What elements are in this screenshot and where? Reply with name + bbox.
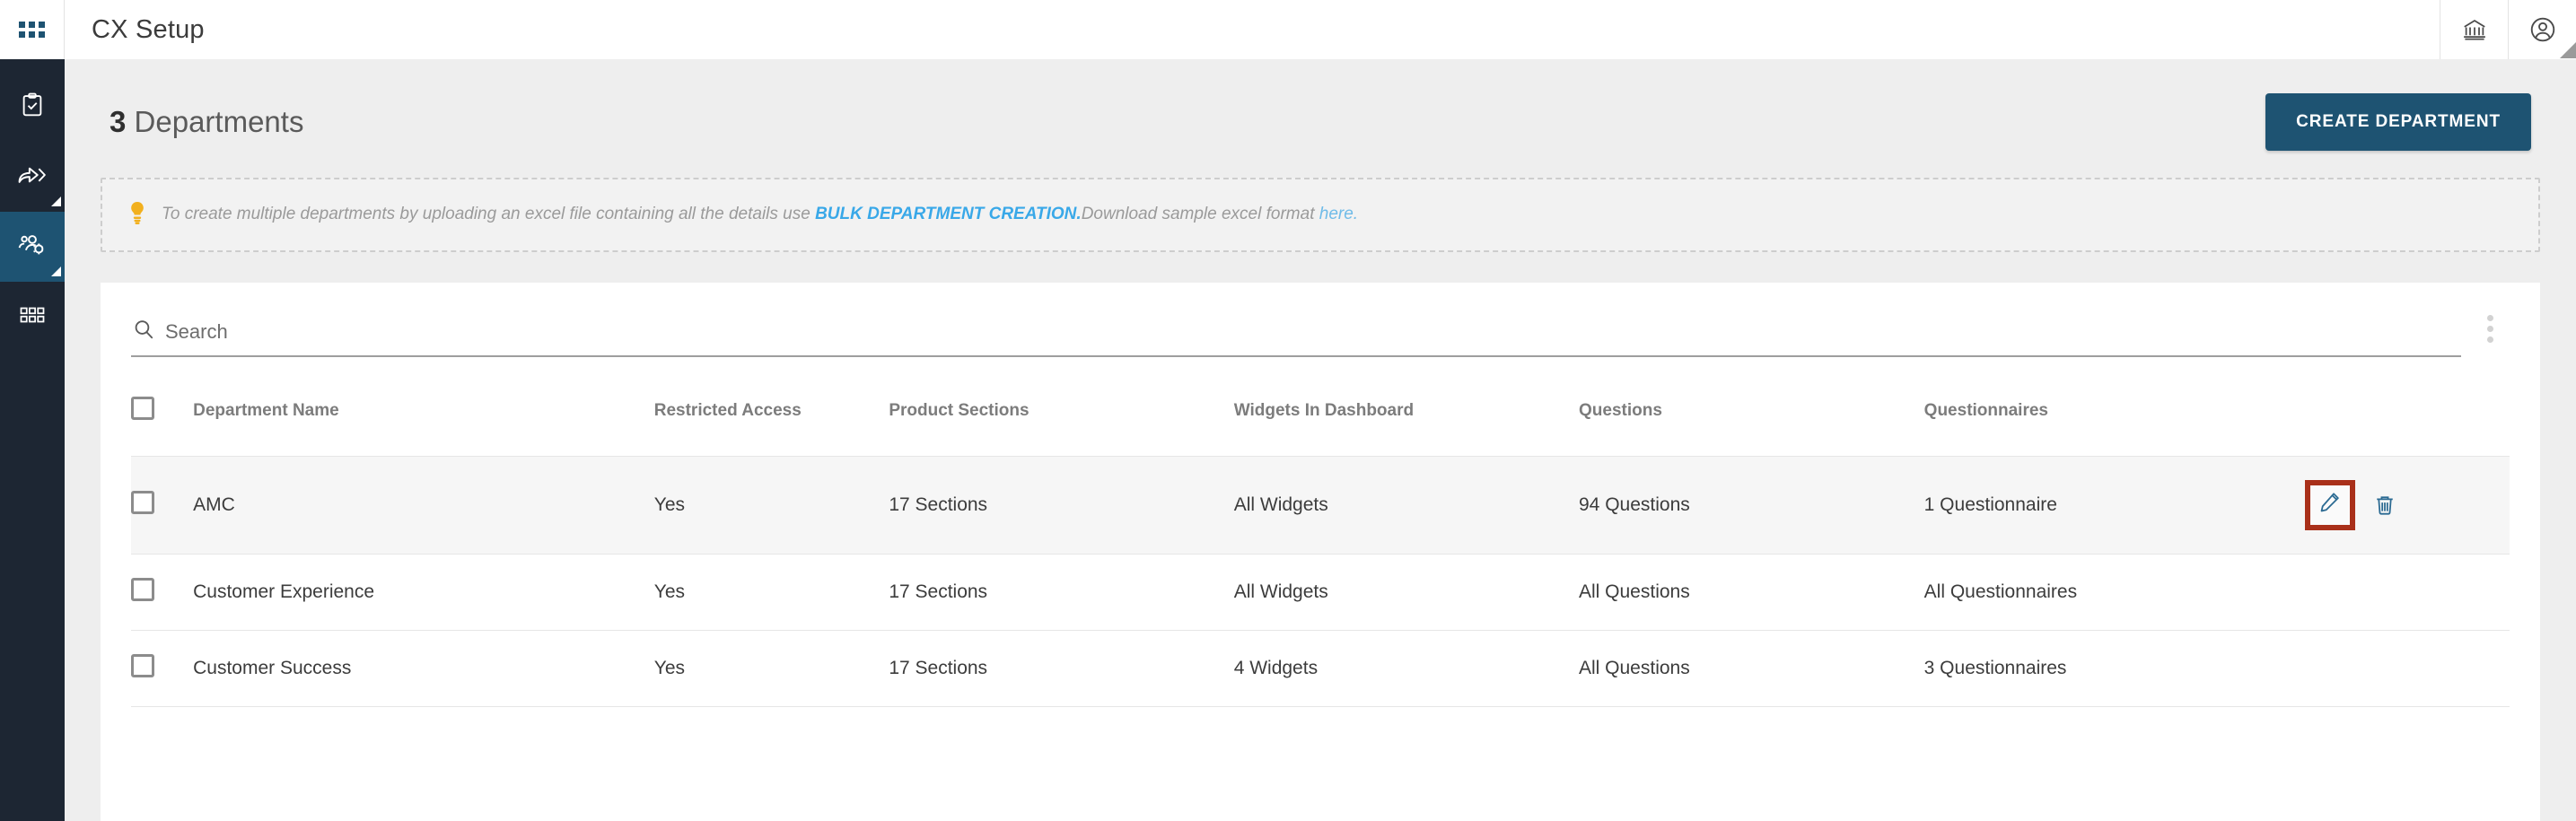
submenu-indicator xyxy=(51,266,61,276)
departments-card: Department Name Restricted Access Produc… xyxy=(101,283,2540,821)
share-forward-arrow-icon xyxy=(17,162,48,193)
banner-text: To create multiple departments by upload… xyxy=(162,204,1358,226)
lightbulb-icon xyxy=(126,199,149,231)
column-header-restricted-access: Restricted Access xyxy=(653,388,889,457)
row-select-cell xyxy=(131,554,194,631)
edit-button-row-amc[interactable] xyxy=(2305,480,2356,530)
cell-questionnaires: All Questionnaires xyxy=(1923,554,2306,631)
grid-apps-dots xyxy=(19,22,45,38)
column-header-questionnaires: Questionnaires xyxy=(1923,388,2306,457)
column-header-widgets-in-dashboard: Widgets In Dashboard xyxy=(1233,388,1579,457)
departments-table: Department Name Restricted Access Produc… xyxy=(131,388,2510,707)
delete-button-row-amc[interactable] xyxy=(2373,493,2396,517)
department-count: 3 xyxy=(110,105,127,138)
users-settings-icon xyxy=(17,231,48,263)
sidebar-item-distribution[interactable] xyxy=(0,142,65,212)
row-select-cell xyxy=(131,456,194,555)
table-row[interactable]: Customer Experience Yes 17 Sections All … xyxy=(131,554,2510,631)
column-header-actions xyxy=(2305,388,2510,457)
cell-product-sections: 17 Sections xyxy=(889,554,1234,631)
page-title: 3 Departments xyxy=(110,105,303,139)
cell-widgets: All Widgets xyxy=(1233,554,1579,631)
page-title-label: Departments xyxy=(134,105,304,138)
cell-restricted-access: Yes xyxy=(653,554,889,631)
cell-product-sections: 17 Sections xyxy=(889,630,1234,707)
search-row xyxy=(131,283,2510,357)
cell-department-name: Customer Experience xyxy=(193,554,654,631)
left-sidebar xyxy=(0,59,65,821)
page-header: 3 Departments CREATE DEPARTMENT xyxy=(101,59,2540,178)
cell-questions: 94 Questions xyxy=(1579,456,1924,555)
window-resize-handle[interactable] xyxy=(2560,42,2576,58)
sidebar-item-surveys[interactable] xyxy=(0,72,65,142)
bulk-department-creation-link[interactable]: BULK DEPARTMENT CREATION. xyxy=(815,205,1082,223)
cell-questionnaires: 3 Questionnaires xyxy=(1923,630,2306,707)
row-select-cell xyxy=(131,630,194,707)
cell-restricted-access: Yes xyxy=(653,456,889,555)
cell-questionnaires: 1 Questionnaire xyxy=(1923,456,2306,555)
cell-department-name: Customer Success xyxy=(193,630,654,707)
cell-widgets: 4 Widgets xyxy=(1233,630,1579,707)
row-actions xyxy=(2305,480,2510,530)
row-checkbox[interactable] xyxy=(131,654,154,677)
select-all-header xyxy=(131,388,194,457)
table-row[interactable]: AMC Yes 17 Sections All Widgets 94 Quest… xyxy=(131,456,2510,555)
app-root: CX Setup 3 Departments CREATE DEPARTMENT… xyxy=(0,0,2576,821)
top-bar: CX Setup xyxy=(0,0,2576,59)
banner-text-before: To create multiple departments by upload… xyxy=(162,205,816,224)
column-header-questions: Questions xyxy=(1579,388,1924,457)
page-app-title: CX Setup xyxy=(92,14,205,44)
sidebar-item-modules[interactable] xyxy=(0,282,65,352)
table-header: Department Name Restricted Access Produc… xyxy=(131,388,2510,457)
select-all-checkbox[interactable] xyxy=(131,397,154,420)
bulk-creation-banner: To create multiple departments by upload… xyxy=(101,178,2540,252)
bank-institution-icon[interactable] xyxy=(2440,0,2508,59)
search-box[interactable] xyxy=(131,315,2461,357)
cell-actions xyxy=(2305,630,2510,707)
create-department-button[interactable]: CREATE DEPARTMENT xyxy=(2265,93,2531,151)
grid-modules-icon xyxy=(19,305,46,329)
cell-actions xyxy=(2305,456,2510,555)
cell-questions: All Questions xyxy=(1579,630,1924,707)
column-header-department-name: Department Name xyxy=(193,388,654,457)
cell-questions: All Questions xyxy=(1579,554,1924,631)
table-header-row: Department Name Restricted Access Produc… xyxy=(131,388,2510,457)
cell-widgets: All Widgets xyxy=(1233,456,1579,555)
table-body: AMC Yes 17 Sections All Widgets 94 Quest… xyxy=(131,456,2510,707)
kebab-menu-icon[interactable] xyxy=(2470,315,2510,357)
row-checkbox[interactable] xyxy=(131,491,154,514)
grid-apps-icon[interactable] xyxy=(0,0,65,59)
search-input[interactable] xyxy=(165,319,2459,344)
banner-text-middle: Download sample excel format xyxy=(1081,205,1319,224)
row-checkbox[interactable] xyxy=(131,578,154,601)
search-icon xyxy=(133,319,154,345)
table-row[interactable]: Customer Success Yes 17 Sections 4 Widge… xyxy=(131,630,2510,707)
pencil-edit-icon xyxy=(2318,491,2342,520)
submenu-indicator xyxy=(51,197,61,206)
sidebar-item-user-management[interactable] xyxy=(0,212,65,282)
cell-actions xyxy=(2305,554,2510,631)
clipboard-check-icon xyxy=(19,92,46,123)
download-sample-here-link[interactable]: here. xyxy=(1319,205,1358,223)
cell-restricted-access: Yes xyxy=(653,630,889,707)
topbar-actions xyxy=(2440,0,2576,59)
column-header-product-sections: Product Sections xyxy=(889,388,1234,457)
main-content: 3 Departments CREATE DEPARTMENT To creat… xyxy=(65,59,2576,821)
cell-product-sections: 17 Sections xyxy=(889,456,1234,555)
body-wrapper: 3 Departments CREATE DEPARTMENT To creat… xyxy=(0,59,2576,821)
cell-department-name: AMC xyxy=(193,456,654,555)
